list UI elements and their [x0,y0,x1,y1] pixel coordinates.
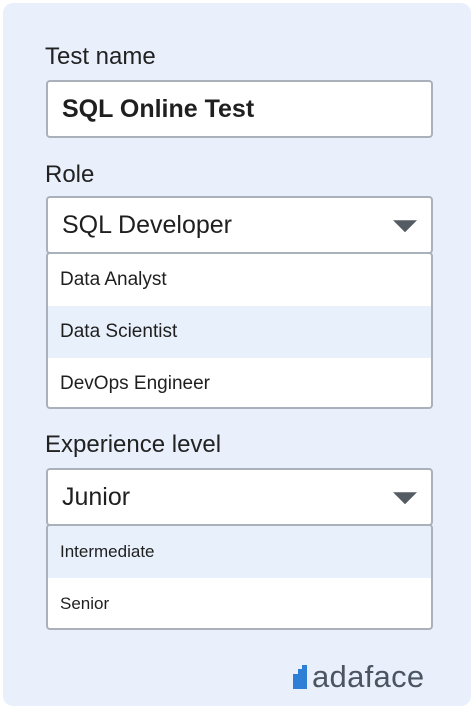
role-option-devops-engineer[interactable]: DevOps Engineer [48,358,431,407]
role-options-list: Data Analyst Data Scientist DevOps Engin… [46,252,433,409]
experience-selected-value: Junior [62,482,131,511]
role-option-label: Data Scientist [60,321,178,342]
experience-options-list: Intermediate Senior [46,524,433,630]
role-option-data-scientist[interactable]: Data Scientist [48,306,431,358]
experience-option-intermediate[interactable]: Intermediate [48,526,431,578]
test-name-value: SQL Online Test [62,94,255,123]
role-label: Role [45,161,95,188]
role-option-data-analyst[interactable]: Data Analyst [48,254,431,306]
experience-option-label: Intermediate [60,542,155,561]
test-name-input[interactable]: SQL Online Test [46,80,433,138]
experience-select[interactable]: Junior [46,468,433,526]
chevron-down-icon[interactable] [393,220,417,233]
role-option-label: DevOps Engineer [60,373,210,394]
brand-name: adaface [312,659,425,694]
adaface-logo-icon [293,665,307,689]
role-option-label: Data Analyst [60,269,167,290]
test-name-label: Test name [45,43,156,70]
form-card: Test name SQL Online Test Role SQL Devel… [3,3,471,706]
role-select[interactable]: SQL Developer [46,196,433,254]
role-selected-value: SQL Developer [62,210,232,239]
experience-option-label: Senior [60,594,110,613]
chevron-down-icon[interactable] [393,492,417,505]
experience-label: Experience level [45,431,222,458]
experience-option-senior[interactable]: Senior [48,578,431,628]
adaface-logo: adaface [293,659,424,695]
